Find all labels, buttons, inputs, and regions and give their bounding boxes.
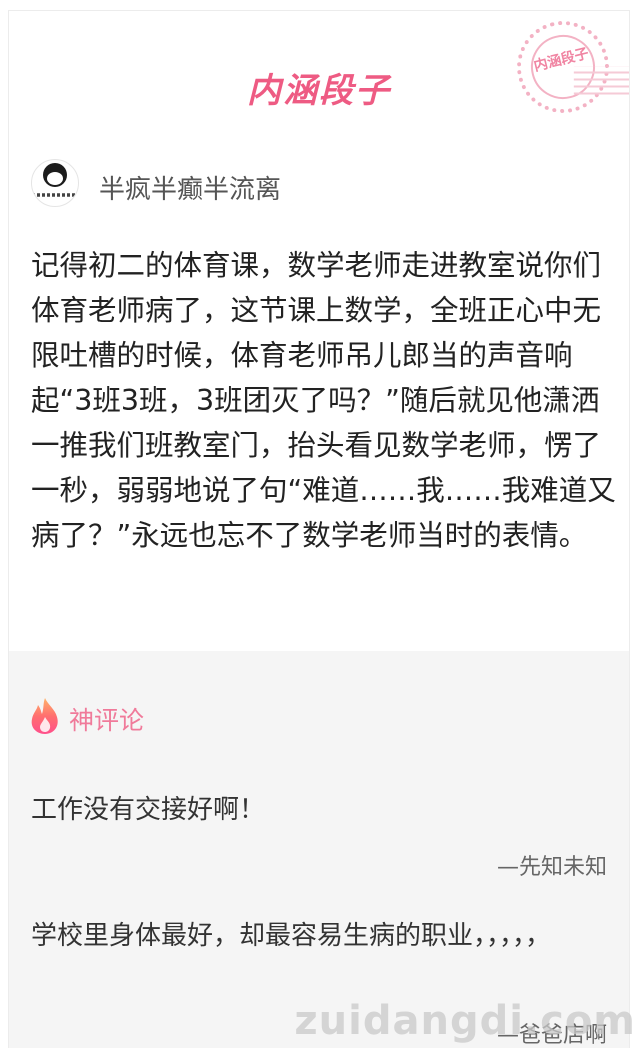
stamp-postmark-lines: [573, 66, 629, 97]
avatar-face: [47, 172, 63, 185]
comments-title: 神评论: [69, 706, 145, 735]
avatar-caption: [32, 193, 78, 197]
post-header: 内涵段子 内涵段子: [9, 11, 629, 151]
post-body: 记得初二的体育课，数学老师走进教室说你们体育老师病了，这节课上数学，全班正心中无…: [31, 249, 616, 552]
avatar[interactable]: [31, 159, 79, 207]
flame-icon: [31, 698, 58, 734]
author-name[interactable]: 半疯半癫半流离: [99, 169, 281, 206]
comment-text: 工作没有交接好啊！: [31, 795, 266, 825]
comments-section: 神评论 工作没有交接好啊！ —先知未知 学校里身体最好，却最容易生病的职业，，，…: [9, 651, 629, 1048]
comment-author[interactable]: —先知未知: [497, 849, 607, 881]
post-card: 内涵段子 内涵段子 半疯半癫半流离 记得初二的体育课，数学老师走进教室说你们体育…: [8, 10, 630, 1048]
comment-text: 学校里身体最好，却最容易生病的职业，，，，，: [31, 921, 552, 951]
watermark: zuidangdi.com: [294, 998, 636, 1044]
